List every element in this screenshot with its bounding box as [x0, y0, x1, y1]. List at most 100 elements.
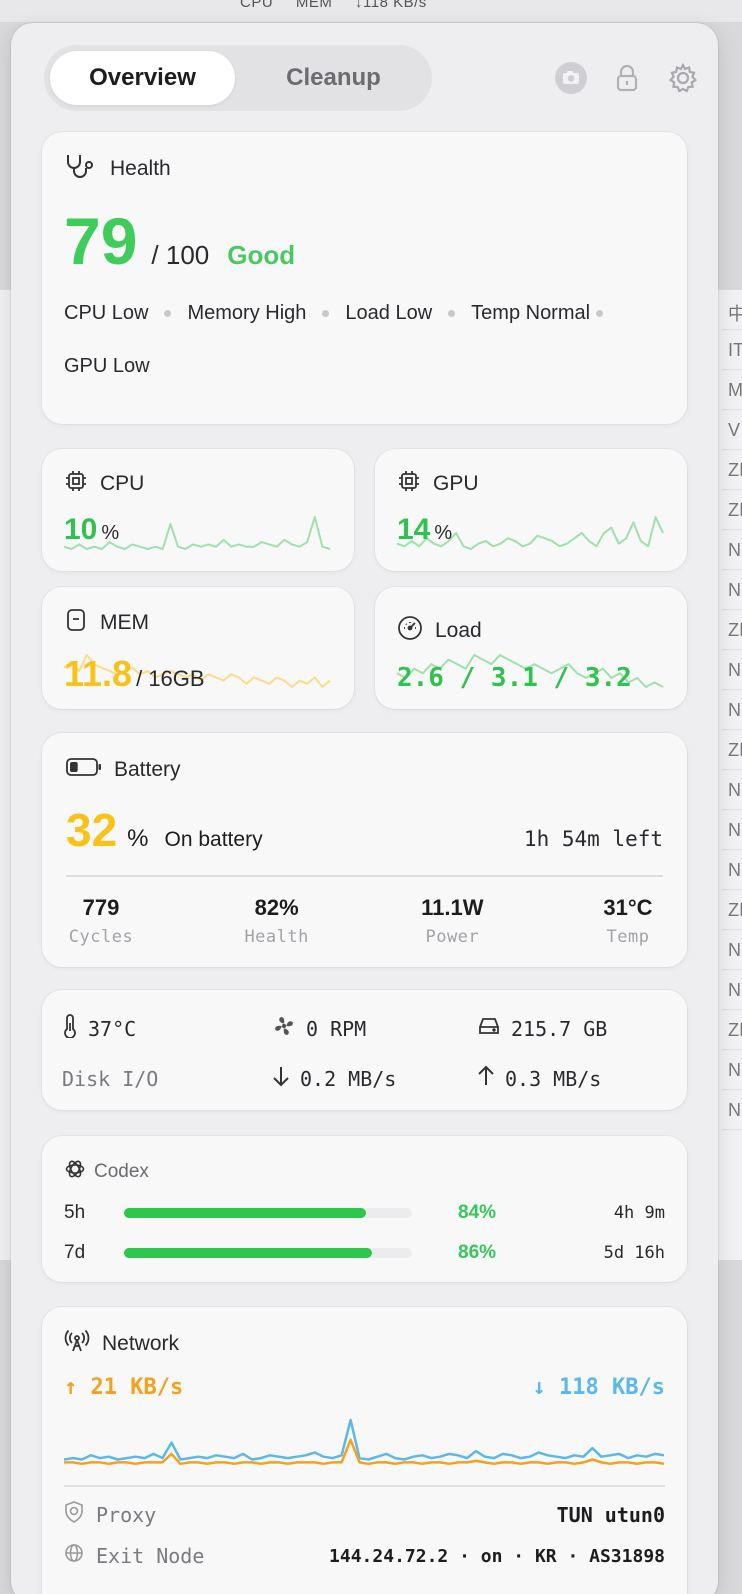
gpu-unit: %: [434, 522, 453, 544]
antenna-icon: [64, 1329, 90, 1359]
health-rating: Good: [227, 240, 296, 270]
lock-icon[interactable]: [610, 61, 644, 95]
background-row: N: [722, 970, 742, 1010]
globe-icon: [64, 1543, 84, 1569]
memory-icon: [64, 607, 88, 639]
codex-row-5h: 5h 84% 4h 9m: [64, 1202, 665, 1223]
gauge-icon: [397, 615, 423, 647]
network-card: Network ↑ 21 KB/s ↓ 118 KB/s Proxy TUN u…: [42, 1307, 687, 1594]
menubar-cpu: CPU: [240, 0, 274, 11]
cpu-temp: 37°C: [62, 1014, 272, 1044]
system-card: 37°C 0 RPM 215.7 GB Disk I/O 0.2 MB/s 0.…: [42, 990, 687, 1110]
background-row: ZI: [722, 730, 742, 770]
mem-card[interactable]: MEM 11.8 / 16GB: [42, 587, 354, 709]
camera-icon[interactable]: [554, 61, 588, 95]
background-row: N: [722, 570, 742, 610]
stat-health: 82% Health: [244, 895, 309, 947]
mem-unit: / 16GB: [136, 666, 205, 691]
download-rate: ↓ 118 KB/s: [532, 1375, 665, 1400]
disk-icon: [477, 1016, 501, 1042]
divider: [66, 875, 663, 877]
background-row: 中: [722, 290, 742, 330]
proxy-value: TUN utun0: [556, 1503, 665, 1527]
stethoscope-icon: [64, 152, 98, 186]
chip-gpu: GPU Low: [64, 355, 150, 377]
battery-percent-sign: %: [127, 825, 149, 852]
progress-track: [124, 1248, 412, 1258]
chip-memory: Memory High: [187, 302, 307, 324]
disk-io-label: Disk I/O: [62, 1067, 159, 1091]
load-title: Load: [435, 619, 482, 642]
chip-separator: [322, 310, 330, 317]
tab-cleanup[interactable]: Cleanup: [241, 51, 426, 105]
load-card[interactable]: Load 2.6 / 3.1 / 3.2: [375, 587, 687, 709]
chip-icon: [64, 469, 88, 499]
background-row: N: [722, 930, 742, 970]
disk-write: 0.3 MB/s: [477, 1064, 667, 1094]
battery-stats: 779 Cycles 82% Health 11.1W Power 31°C T…: [66, 895, 663, 947]
health-card: Health 79 / 100 Good CPU Low Memory High…: [42, 132, 687, 424]
codex-row-7d: 7d 86% 5d 16h: [64, 1242, 665, 1263]
background-row: ZI: [722, 450, 742, 490]
stat-power: 11.1W Power: [421, 895, 484, 947]
exit-node-value: 144.24.72.2 · on · KR · AS31898: [329, 1545, 665, 1567]
battery-time-left: 1h 54m left: [523, 827, 663, 851]
background-row: N: [722, 650, 742, 690]
gpu-title: GPU: [433, 472, 479, 495]
health-title: Health: [110, 157, 171, 180]
background-row: N: [722, 810, 742, 850]
codex-title: Codex: [94, 1161, 149, 1182]
divider: [64, 1485, 665, 1487]
network-chart: [63, 1418, 665, 1466]
toolbar-icons: [554, 61, 700, 95]
upload-series: [64, 1438, 665, 1466]
progress-fill: [124, 1248, 372, 1258]
arrow-up-icon: [477, 1064, 495, 1094]
cpu-card[interactable]: CPU 10 %: [42, 449, 354, 571]
menubar-mem: MEM: [295, 0, 333, 11]
background-row: N: [722, 850, 742, 890]
battery-icon: [66, 757, 102, 783]
background-row: V: [722, 410, 742, 450]
chip-separator: [596, 310, 604, 317]
progress-fill: [124, 1208, 366, 1218]
mem-title: MEM: [100, 611, 149, 634]
background-row: N: [722, 1090, 742, 1130]
background-row: ZI: [722, 1010, 742, 1050]
tab-overview[interactable]: Overview: [50, 51, 235, 105]
health-max: / 100: [151, 240, 210, 270]
gpu-card[interactable]: GPU 14 %: [375, 449, 687, 571]
background-row: IT: [722, 330, 742, 370]
fan-speed: 0 RPM: [272, 1014, 477, 1044]
disk-read: 0.2 MB/s: [272, 1064, 477, 1094]
shield-icon: [64, 1501, 84, 1529]
cpu-title: CPU: [100, 472, 145, 495]
battery-card: Battery 32 % On battery 1h 54m left 779 …: [42, 733, 687, 967]
chip-separator: [164, 310, 172, 317]
tab-bar: Overview Cleanup: [44, 45, 432, 111]
health-chips: CPU Low Memory High Load Low Temp Normal…: [64, 302, 665, 378]
background-row: ZI: [722, 890, 742, 930]
background-row: MI: [722, 370, 742, 410]
thermometer-icon: [62, 1014, 78, 1044]
gear-icon[interactable]: [666, 61, 700, 95]
background-row: ZI: [722, 490, 742, 530]
cpu-unit: %: [101, 522, 120, 544]
chip-icon: [397, 469, 421, 499]
health-score: 79: [64, 204, 138, 278]
progress-track: [124, 1208, 412, 1218]
battery-title: Battery: [114, 758, 181, 781]
background-row: N: [722, 1050, 742, 1090]
chip-cpu: CPU Low: [64, 302, 149, 324]
chip-separator: [448, 310, 456, 317]
monitor-panel: Overview Cleanup Health 79 / 100 Good CP…: [11, 23, 718, 1594]
network-title: Network: [102, 1332, 180, 1355]
download-series: [63, 1418, 665, 1461]
background-row: ZI: [722, 610, 742, 650]
menubar-net: ↓118 KB/s: [355, 0, 427, 11]
stat-temp: 31°C Temp: [603, 895, 653, 947]
fan-icon: [272, 1014, 296, 1044]
battery-status: On battery: [164, 828, 263, 851]
codex-card: Codex 5h 84% 4h 9m 7d 86% 5d 16h: [42, 1136, 687, 1282]
cpu-value: 10: [64, 513, 98, 546]
